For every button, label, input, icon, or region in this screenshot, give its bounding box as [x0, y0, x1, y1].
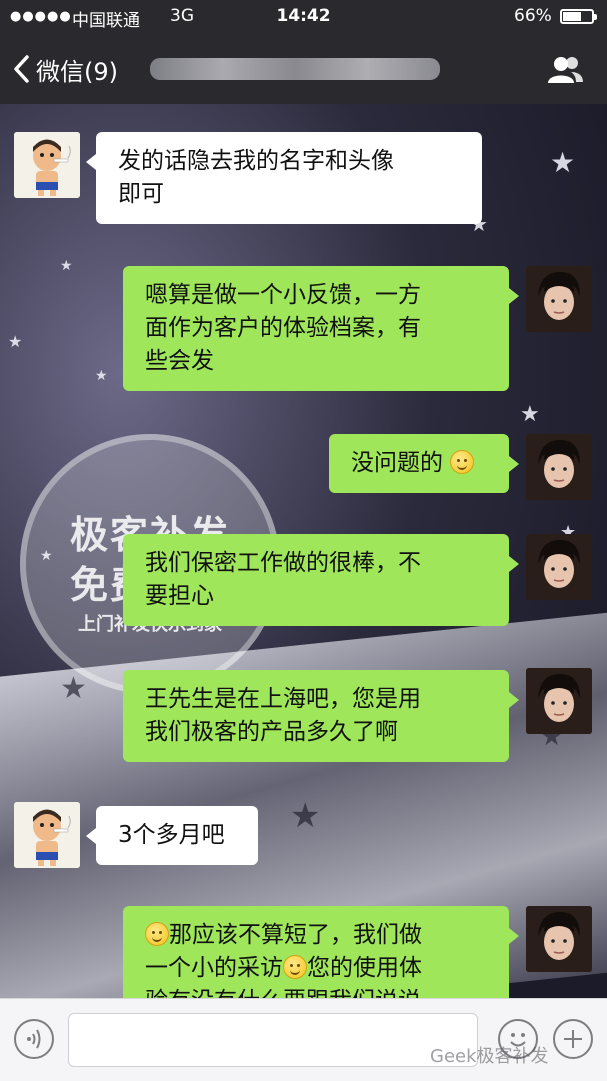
message-input-bar	[0, 998, 607, 1081]
smile-emoji-icon	[283, 955, 307, 979]
avatar-self[interactable]	[526, 266, 592, 332]
source-watermark: Geek极客补发	[430, 1046, 549, 1067]
star-decoration: ★	[290, 796, 321, 836]
message-line: 即可	[118, 181, 164, 207]
chat-header: 微信(9)	[0, 34, 607, 104]
user-photo-avatar-icon	[526, 668, 592, 734]
message-line: 那应该不算短了，我们做	[145, 919, 487, 952]
avatar-self[interactable]	[526, 534, 592, 600]
star-decoration: ★	[520, 402, 540, 427]
avatar-contact[interactable]	[14, 802, 80, 868]
message-line: 面作为客户的体验档案，有	[145, 315, 421, 341]
more-actions-button[interactable]	[553, 1019, 593, 1059]
message-bubble-outgoing[interactable]: 我们保密工作做的很棒，不 要担心	[123, 534, 519, 626]
message-text: 那应该不算短了，我们做	[169, 922, 422, 948]
avatar-self[interactable]	[526, 434, 592, 500]
user-photo-avatar-icon	[526, 266, 592, 332]
chat-title-redacted	[150, 58, 440, 80]
message-text: 您的使用体	[307, 955, 422, 981]
message-line: 嗯算是做一个小反馈，一方	[145, 282, 421, 308]
message-line: 没问题的	[351, 450, 443, 476]
avatar-contact[interactable]	[14, 132, 80, 198]
back-button-label: 微信(9)	[36, 57, 118, 86]
star-decoration: ★	[8, 332, 23, 351]
message-bubble-incoming[interactable]: 3个多月吧	[86, 806, 258, 865]
back-button[interactable]: 微信(9)	[12, 52, 118, 86]
star-decoration: ★	[60, 671, 87, 706]
battery-percent: 66%	[514, 6, 552, 26]
voice-wave-icon	[27, 1029, 41, 1049]
message-bubble-outgoing[interactable]: 那应该不算短了，我们做 一个小的采访您的使用体 验有没有什么要跟我们说说	[123, 906, 519, 998]
status-bar: ●●●●● 中国联通 3G 14:42 66%	[0, 0, 607, 34]
message-line: 王先生是在上海吧，您是用	[145, 686, 421, 712]
battery-icon	[560, 9, 597, 24]
message-line: 3个多月吧	[118, 822, 225, 848]
chat-info-button[interactable]	[545, 54, 585, 86]
voice-input-button[interactable]	[14, 1019, 54, 1059]
smile-emoji-icon	[450, 450, 475, 474]
smile-emoji-icon	[145, 922, 169, 946]
plus-icon	[564, 1030, 582, 1048]
message-line: 发的话隐去我的名字和头像	[118, 148, 394, 174]
user-photo-avatar-icon	[526, 434, 592, 500]
cartoon-avatar-icon	[14, 802, 80, 868]
cartoon-avatar-icon	[14, 132, 80, 198]
star-decoration: ★	[95, 368, 108, 384]
chat-message-list[interactable]: ★ ★ ★ ★ ★ ★ ★ ★ ★ ★ ★ ★ 极客补发 免费试用 上门补发快乐…	[0, 104, 607, 998]
message-line: 我们保密工作做的很棒，不	[145, 550, 421, 576]
message-bubble-outgoing[interactable]: 没问题的	[329, 434, 519, 493]
user-photo-avatar-icon	[526, 906, 592, 972]
message-bubble-incoming[interactable]: 发的话隐去我的名字和头像 即可	[86, 132, 482, 224]
avatar-self[interactable]	[526, 668, 592, 734]
message-bubble-outgoing[interactable]: 嗯算是做一个小反馈，一方 面作为客户的体验档案，有 些会发	[123, 266, 519, 391]
message-line: 些会发	[145, 348, 214, 374]
star-decoration: ★	[60, 258, 73, 274]
user-photo-avatar-icon	[526, 534, 592, 600]
star-decoration: ★	[550, 146, 576, 179]
avatar-self[interactable]	[526, 906, 592, 972]
message-line: 验有没有什么要跟我们说说	[145, 985, 487, 998]
message-text: 一个小的采访	[145, 955, 283, 981]
message-line: 我们极客的产品多久了啊	[145, 719, 398, 745]
chevron-left-icon	[14, 55, 29, 83]
message-text-input[interactable]	[68, 1013, 478, 1067]
message-line: 要担心	[145, 583, 214, 609]
contacts-icon	[548, 57, 583, 83]
message-bubble-outgoing[interactable]: 王先生是在上海吧，您是用 我们极客的产品多久了啊	[123, 670, 519, 762]
message-line: 一个小的采访 您的使用体	[145, 952, 487, 985]
